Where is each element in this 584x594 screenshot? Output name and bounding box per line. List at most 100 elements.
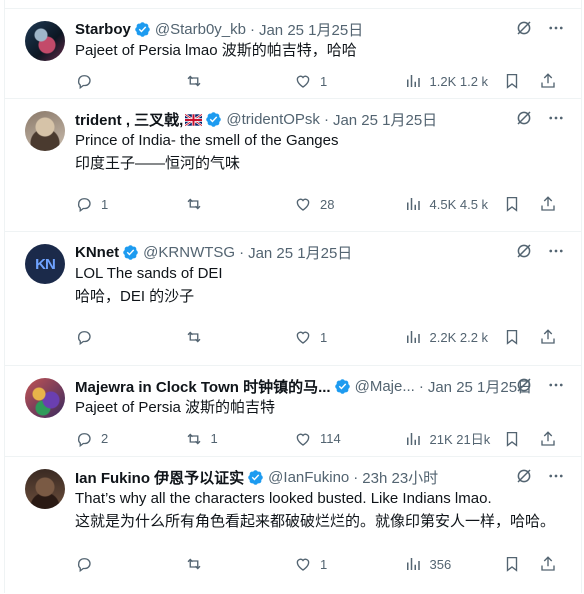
reply-count: 1 <box>101 196 109 212</box>
reply-button[interactable] <box>75 555 175 573</box>
bookmark-button[interactable] <box>503 328 521 346</box>
avatar[interactable] <box>25 111 65 151</box>
view-count: 356 <box>429 556 452 572</box>
like-count: 28 <box>320 196 335 212</box>
verified-badge-icon <box>247 469 264 486</box>
tweet-text-translation: 这就是为什么所有角色看起来都破破烂烂的。就像印第安人一样，哈哈。 <box>75 513 556 530</box>
share-button[interactable] <box>539 555 557 573</box>
share-button[interactable] <box>539 328 557 346</box>
view-count: 21K 21日k <box>429 432 491 447</box>
views-button[interactable]: 21K 21日k <box>404 429 494 448</box>
repost-button[interactable]: 1 <box>185 430 285 448</box>
repost-button[interactable] <box>185 328 285 346</box>
like-button[interactable]: 1 <box>294 328 394 346</box>
tweet-feed: Starboy @Starb0y_kb · Jan 25 1月25日 Pajee… <box>4 0 582 593</box>
avatar[interactable] <box>25 21 65 61</box>
views-button[interactable]: 1.2K 1.2 k <box>404 72 494 90</box>
more-icon[interactable] <box>547 242 565 260</box>
like-button[interactable]: 114 <box>294 430 394 448</box>
grok-icon[interactable] <box>515 109 533 127</box>
separator-dot: · <box>323 110 329 128</box>
uk-flag-icon <box>184 113 203 127</box>
like-count: 1 <box>320 329 328 345</box>
avatar[interactable] <box>25 378 65 418</box>
reply-button[interactable]: 1 <box>75 195 175 213</box>
tweet-header: trident , 三叉戟, @tridentOPsk · Jan 25 1月2… <box>75 109 565 129</box>
share-button[interactable] <box>539 72 557 90</box>
author-handle[interactable]: @KRNWTSG <box>143 244 235 261</box>
reply-button[interactable] <box>75 328 175 346</box>
repost-button[interactable] <box>185 72 285 90</box>
like-button[interactable]: 1 <box>294 72 394 90</box>
more-icon[interactable] <box>547 109 565 127</box>
tweet-card[interactable]: Starboy @Starb0y_kb · Jan 25 1月25日 Pajee… <box>5 9 581 99</box>
author-name[interactable]: Majewra in Clock Town 时钟镇的马... <box>75 376 331 397</box>
bookmark-button[interactable] <box>503 555 521 573</box>
separator-dot: · <box>249 20 255 38</box>
author-handle[interactable]: @tridentOPsk <box>226 111 320 128</box>
heart-icon <box>296 558 310 571</box>
repost-button[interactable] <box>185 555 285 573</box>
bookmark-button[interactable] <box>503 72 521 90</box>
tweet-header: KNnet @KRNWTSG · Jan 25 1月25日 <box>75 242 565 262</box>
like-button[interactable]: 28 <box>294 195 394 213</box>
share-button[interactable] <box>539 195 557 213</box>
author-name[interactable]: trident , 三叉戟, <box>75 109 183 130</box>
views-button[interactable]: 356 <box>404 555 494 573</box>
tweet-card[interactable]: Majewra in Clock Town 时钟镇的马... @Maje... … <box>5 366 581 457</box>
grok-icon[interactable] <box>515 19 533 37</box>
tweet-timestamp[interactable]: Jan 25 1月25日 <box>248 242 352 263</box>
author-handle[interactable]: @IanFukino <box>268 469 349 486</box>
author-name[interactable]: KNnet <box>75 244 119 261</box>
bookmark-button[interactable] <box>503 430 521 448</box>
heart-icon <box>296 198 310 211</box>
tweet-text-translation: 哈哈，DEI 的沙子 <box>75 288 195 305</box>
more-icon[interactable] <box>547 376 565 394</box>
tweet-timestamp[interactable]: 23h 23小时 <box>362 467 438 488</box>
bookmark-icon <box>506 329 518 345</box>
more-icon[interactable] <box>547 19 565 37</box>
more-icon[interactable] <box>547 467 565 485</box>
reply-button[interactable] <box>75 72 175 90</box>
tweet-actions: 2 1 114 21K 21日k <box>75 429 557 448</box>
reply-icon <box>77 558 91 573</box>
bookmark-button[interactable] <box>503 195 521 213</box>
author-handle[interactable]: @Starb0y_kb <box>155 21 246 38</box>
tweet-timestamp[interactable]: Jan 25 1月25日 <box>333 109 437 130</box>
view-count: 2.2K 2.2 k <box>429 329 489 345</box>
like-count: 1 <box>320 73 328 89</box>
share-button[interactable] <box>539 430 557 448</box>
heart-icon <box>296 75 310 88</box>
tweet-text-translation: 印度王子——恒河的气味 <box>75 155 241 172</box>
grok-icon[interactable] <box>515 376 533 394</box>
views-button[interactable]: 4.5K 4.5 k <box>404 195 494 213</box>
tweet-card[interactable]: trident , 三叉戟, @tridentOPsk · Jan 25 1月2… <box>5 99 581 232</box>
tweet-header: Starboy @Starb0y_kb · Jan 25 1月25日 <box>75 19 565 39</box>
like-count: 114 <box>320 431 341 446</box>
repost-icon <box>187 331 200 343</box>
repost-icon <box>187 433 200 444</box>
grok-icon[interactable] <box>515 467 533 485</box>
reply-icon <box>77 198 91 213</box>
grok-icon[interactable] <box>515 242 533 260</box>
tweet-timestamp[interactable]: Jan 25 1月25日 <box>259 19 363 40</box>
like-button[interactable]: 1 <box>294 555 394 573</box>
author-handle[interactable]: @Maje... <box>355 378 415 395</box>
reply-button[interactable]: 2 <box>75 430 175 448</box>
tweet-card[interactable]: Ian Fukino 伊恩予以证实 @IanFukino · 23h 23小时 … <box>5 457 581 593</box>
avatar[interactable] <box>25 469 65 509</box>
author-name[interactable]: Ian Fukino 伊恩予以证实 <box>75 467 244 488</box>
bookmark-icon <box>506 556 518 572</box>
avatar[interactable]: KN <box>25 244 65 284</box>
previous-tweet-edge <box>5 0 581 9</box>
views-button[interactable]: 2.2K 2.2 k <box>404 328 494 346</box>
like-count: 1 <box>320 556 328 572</box>
repost-button[interactable] <box>185 195 285 213</box>
share-icon <box>541 556 555 571</box>
tweet-card[interactable]: KN KNnet @KRNWTSG · Jan 25 1月25日 LOL The… <box>5 232 581 366</box>
view-count: 4.5K 4.5 k <box>429 196 489 212</box>
author-name[interactable]: Starboy <box>75 21 131 38</box>
share-icon <box>541 430 555 446</box>
tweet-actions: 1 28 4.5K 4.5 k <box>75 195 557 213</box>
tweet-text: That’s why all the characters looked bus… <box>75 490 492 507</box>
